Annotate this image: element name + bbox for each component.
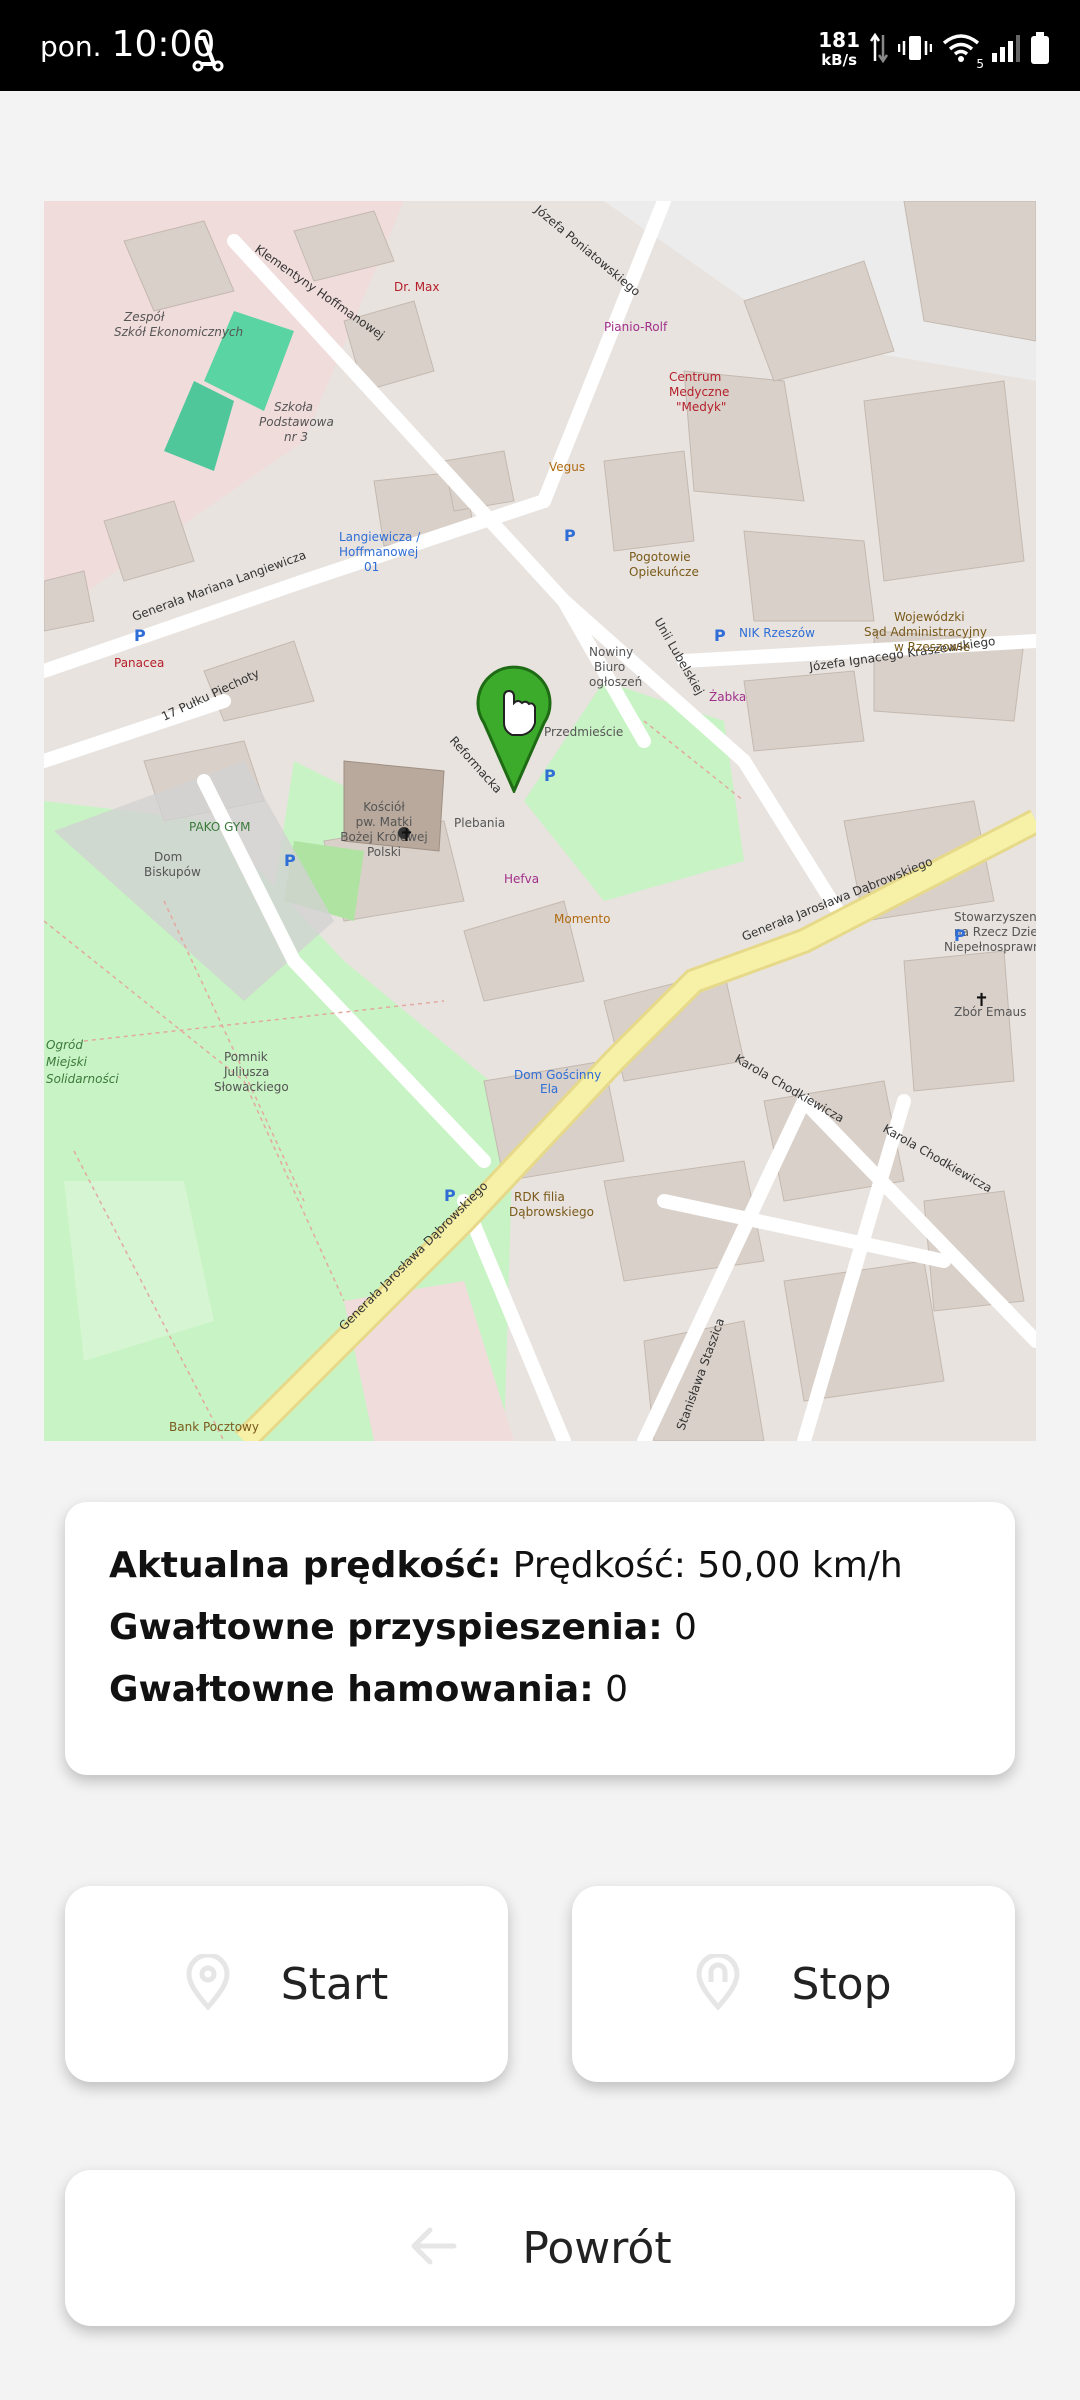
svg-text:Nowiny: Nowiny [589, 645, 633, 659]
svg-text:Momento: Momento [554, 912, 610, 926]
svg-text:Wojewódzki: Wojewódzki [894, 610, 965, 624]
harsh-braking-label: Gwałtowne hamowania: [109, 1669, 594, 1710]
harsh-acceleration-label: Gwałtowne przyspieszenia: [109, 1607, 663, 1648]
svg-text:P: P [134, 626, 146, 645]
svg-text:Hoffmanowej: Hoffmanowej [339, 545, 418, 559]
stop-button[interactable]: Stop [572, 1886, 1015, 2082]
svg-text:Plebania: Plebania [454, 816, 505, 830]
svg-text:Dąbrowskiego: Dąbrowskiego [509, 1205, 594, 1219]
svg-text:Pomnik: Pomnik [224, 1050, 268, 1064]
svg-text:P: P [714, 626, 726, 645]
harsh-braking-value: 0 [605, 1669, 628, 1710]
network-speed: 181 kB/s [818, 30, 860, 70]
svg-text:Biuro: Biuro [594, 660, 625, 674]
svg-text:Ela: Ela [540, 1082, 558, 1096]
svg-text:Centrum: Centrum [669, 370, 721, 384]
svg-text:"Medyk": "Medyk" [676, 400, 726, 414]
status-day: pon. [40, 30, 102, 63]
map-view[interactable]: Generała Mariana Langiewicza 17 Pułku Pi… [44, 201, 1036, 1441]
svg-text:Medyczne: Medyczne [669, 385, 729, 399]
svg-text:Pogotowie: Pogotowie [629, 550, 691, 564]
location-pin-icon[interactable] [474, 663, 554, 793]
svg-text:Zespół: Zespół [123, 310, 165, 324]
svg-text:NIK Rzeszów: NIK Rzeszów [739, 626, 815, 640]
network-speed-unit: kB/s [821, 51, 858, 69]
svg-text:Vegus: Vegus [549, 460, 585, 474]
svg-text:Ogród: Ogród [46, 1038, 83, 1052]
svg-text:Polski: Polski [367, 845, 401, 859]
stop-button-label: Stop [791, 1958, 892, 2010]
svg-text:Słowackiego: Słowackiego [214, 1080, 289, 1094]
svg-text:Zbór Emaus: Zbór Emaus [954, 1005, 1026, 1019]
harsh-acceleration-row: Gwałtowne przyspieszenia: 0 [109, 1606, 697, 1650]
cell-signal-icon [990, 33, 1020, 67]
current-speed-label: Aktualna prędkość: [109, 1545, 502, 1586]
svg-text:ogłoszeń: ogłoszeń [589, 675, 642, 689]
svg-text:Hefva: Hefva [504, 872, 539, 886]
start-button-label: Start [280, 1958, 389, 2010]
svg-text:Dom Gościnny: Dom Gościnny [514, 1068, 601, 1082]
svg-text:Bank Pocztowy: Bank Pocztowy [169, 1420, 259, 1434]
trip-info-card: Aktualna prędkość: Prędkość: 50,00 km/h … [65, 1502, 1015, 1775]
svg-text:Przedmieście: Przedmieście [544, 725, 623, 739]
svg-text:Sąd Administracyjny: Sąd Administracyjny [864, 625, 987, 639]
harsh-acceleration-value: 0 [674, 1607, 697, 1648]
harsh-braking-row: Gwałtowne hamowania: 0 [109, 1668, 628, 1712]
svg-text:nr 3: nr 3 [284, 430, 308, 444]
vibrate-icon [897, 33, 933, 67]
svg-text:Opiekuńcze: Opiekuńcze [629, 565, 699, 579]
svg-text:Szkół Ekonomicznych: Szkół Ekonomicznych [114, 325, 243, 339]
svg-text:Pianio-Rolf: Pianio-Rolf [604, 320, 668, 334]
network-speed-value: 181 [818, 28, 860, 52]
svg-text:Żabka: Żabka [709, 689, 746, 704]
svg-text:P: P [564, 526, 576, 545]
svg-text:Podstawowa: Podstawowa [259, 415, 334, 429]
wifi-icon: 5 [942, 33, 984, 71]
svg-text:Miejski: Miejski [46, 1055, 88, 1069]
status-icons: 181 kB/s 5 [818, 30, 1050, 71]
svg-text:✝: ✝ [974, 990, 989, 1011]
map-tiles: Generała Mariana Langiewicza 17 Pułku Pi… [44, 201, 1036, 1441]
scooter-icon [192, 36, 226, 76]
svg-text:P: P [284, 851, 296, 870]
svg-text:P: P [444, 1186, 456, 1205]
arrow-left-icon [408, 2226, 458, 2270]
svg-text:Kościół: Kościół [363, 800, 405, 814]
svg-text:Biskupów: Biskupów [144, 865, 201, 879]
back-button[interactable]: Powrót [65, 2170, 1015, 2326]
svg-text:na Rzecz Dzieci: na Rzecz Dzieci [954, 925, 1036, 939]
svg-text:Dom: Dom [154, 850, 182, 864]
status-clock: pon. 10:00 [40, 24, 215, 65]
svg-text:Dr. Max: Dr. Max [394, 280, 440, 294]
back-button-label: Powrót [522, 2222, 672, 2274]
svg-text:✝: ✝ [399, 825, 414, 846]
svg-text:Langiewicza /: Langiewicza / [339, 530, 421, 544]
svg-text:Szkoła: Szkoła [274, 400, 313, 414]
svg-text:RDK filia: RDK filia [514, 1190, 565, 1204]
svg-text:01: 01 [364, 560, 379, 574]
battery-icon [1030, 31, 1050, 69]
svg-text:w Rzeszowie: w Rzeszowie [894, 640, 970, 654]
wifi-badge: 5 [976, 57, 984, 71]
svg-text:Stowarzyszenie: Stowarzyszenie [954, 910, 1036, 924]
start-button[interactable]: Start [65, 1886, 508, 2082]
svg-text:Solidarności: Solidarności [46, 1072, 119, 1086]
location-pin-outline-icon [185, 1952, 231, 2014]
status-bar: pon. 10:00 181 kB/s 5 [0, 0, 1080, 91]
current-speed-value: Prędkość: 50,00 km/h [512, 1545, 903, 1586]
svg-text:Bożej Królowej: Bożej Królowej [340, 830, 428, 844]
svg-text:PAKO GYM: PAKO GYM [189, 820, 251, 834]
svg-text:Panacea: Panacea [114, 656, 164, 670]
svg-text:Juliusza: Juliusza [223, 1065, 269, 1079]
svg-text:P: P [954, 926, 966, 945]
location-pin-off-icon [695, 1952, 741, 2014]
data-transfer-icon [869, 31, 889, 69]
current-speed-row: Aktualna prędkość: Prędkość: 50,00 km/h [109, 1544, 903, 1588]
